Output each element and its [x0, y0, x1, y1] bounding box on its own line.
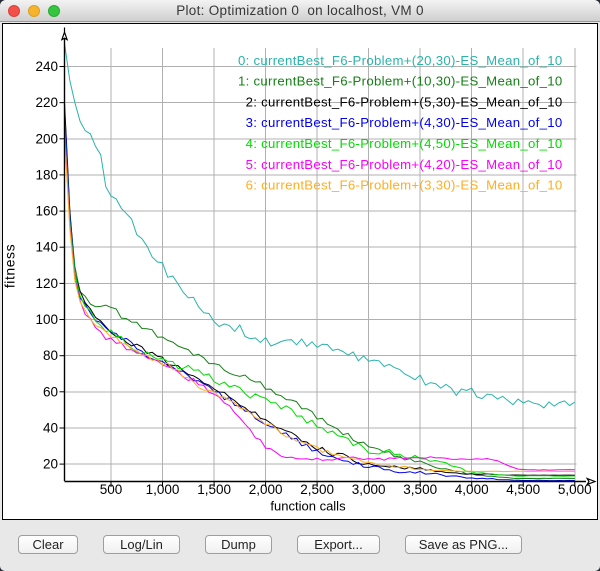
svg-text:fitness: fitness: [3, 244, 18, 288]
svg-text:4,000: 4,000: [455, 482, 489, 497]
svg-text:160: 160: [35, 204, 58, 219]
svg-text:20: 20: [43, 457, 58, 472]
svg-text:6: currentBest_F6-Problem+(3,3: 6: currentBest_F6-Problem+(3,30)-ES_Mean…: [246, 178, 563, 193]
svg-text:3,000: 3,000: [352, 482, 386, 497]
svg-text:1,000: 1,000: [146, 482, 180, 497]
svg-text:240: 240: [35, 59, 58, 74]
svg-text:5,000: 5,000: [558, 482, 592, 497]
svg-text:3: currentBest_F6-Problem+(4,3: 3: currentBest_F6-Problem+(4,30)-ES_Mean…: [246, 115, 563, 130]
svg-text:60: 60: [43, 384, 58, 399]
svg-text:0: currentBest_F6-Problem+(20,: 0: currentBest_F6-Problem+(20,30)-ES_Mea…: [238, 53, 563, 68]
svg-text:120: 120: [35, 276, 58, 291]
svg-text:140: 140: [35, 240, 58, 255]
svg-text:1: currentBest_F6-Problem+(10,: 1: currentBest_F6-Problem+(10,30)-ES_Mea…: [238, 74, 563, 89]
svg-text:3,500: 3,500: [403, 482, 437, 497]
svg-text:2: currentBest_F6-Problem+(5,3: 2: currentBest_F6-Problem+(5,30)-ES_Mean…: [246, 95, 563, 110]
svg-text:1,500: 1,500: [197, 482, 231, 497]
svg-text:40: 40: [43, 421, 58, 436]
svg-text:function calls: function calls: [270, 499, 346, 514]
svg-text:180: 180: [35, 167, 58, 182]
svg-text:80: 80: [43, 348, 58, 363]
svg-text:200: 200: [35, 131, 58, 146]
svg-text:500: 500: [100, 482, 123, 497]
svg-text:5: currentBest_F6-Problem+(4,2: 5: currentBest_F6-Problem+(4,20)-ES_Mean…: [246, 157, 563, 172]
svg-text:2,000: 2,000: [249, 482, 283, 497]
svg-text:4,500: 4,500: [506, 482, 540, 497]
svg-text:2,500: 2,500: [300, 482, 334, 497]
svg-text:100: 100: [35, 312, 58, 327]
svg-text:4: currentBest_F6-Problem+(4,5: 4: currentBest_F6-Problem+(4,50)-ES_Mean…: [246, 136, 563, 151]
svg-text:220: 220: [35, 95, 58, 110]
